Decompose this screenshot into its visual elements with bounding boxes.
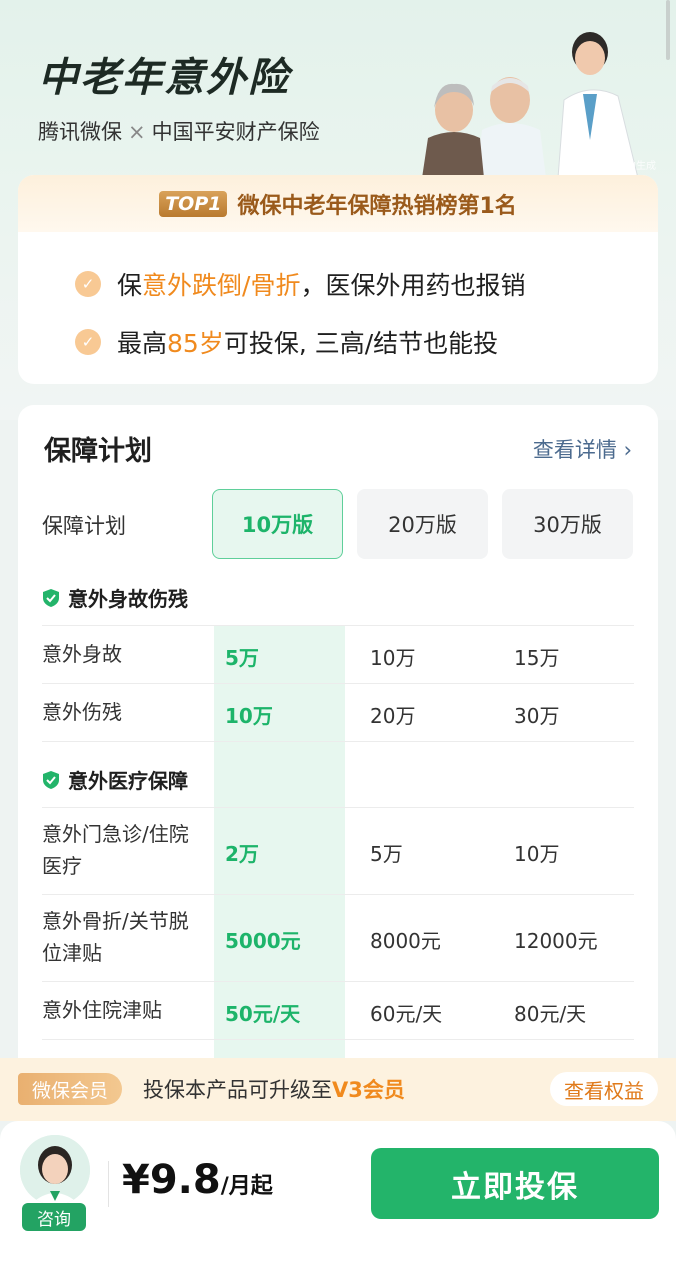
plan-option-10w[interactable]: 10万版 [212,489,343,559]
coverage-value-selected: 2万 [225,842,259,866]
coverage-name: 意外骨折/关节脱位津贴 [42,909,189,965]
coverage-name: 意外住院津贴 [42,998,162,1022]
partner-line: 腾讯微保 × 中国平安财产保险 [38,116,320,146]
plan-option-30w[interactable]: 30万版 [502,489,633,559]
divider [108,1161,109,1207]
coverage-value-selected: 50元/天 [225,1002,301,1026]
partner-tencent: 腾讯微保 [38,120,122,144]
feature-item: ✓ 最高85岁可投保, 三高/结节也能投 [75,324,658,360]
coverage-value-selected: 5000元 [225,929,301,953]
coverage-value: 8000元 [370,929,441,953]
section-title: 保障计划 [44,436,152,467]
table-row: 意外身故 5万 10万 15万 [42,625,634,683]
coverage-name: 意外身故 [42,642,122,666]
coverage-value: 12000元 [514,929,598,953]
table-row: 意外门急诊/住院医疗 2万 5万 10万 [42,807,634,894]
coverage-name: 意外门急诊/住院医疗 [42,822,189,878]
table-row: 意外住院津贴 50元/天 60元/天 80元/天 [42,981,634,1039]
coverage-section-header: 意外医疗保障 [42,765,188,794]
coverage-value: 10万 [514,842,560,866]
coverage-value: 5万 [370,842,403,866]
coverage-section-header: 意外身故伤残 [42,583,188,612]
promo-card: TOP1 微保中老年保障热销榜第1名 ✓ 保意外跌倒/骨折，医保外用药也报销 ✓… [18,175,658,384]
rank-text: 微保中老年保障热销榜第1名 [237,193,517,219]
table-row: 意外伤残 10万 20万 30万 [42,683,634,741]
shield-check-icon [43,770,59,789]
coverage-value-selected: 5万 [225,646,259,670]
coverage-value: 30万 [514,704,560,728]
table-row: 意外骨折/关节脱位津贴 5000元 8000元 12000元 [42,894,634,981]
rank-banner: TOP1 微保中老年保障热销榜第1名 [18,175,658,232]
buy-now-button[interactable]: 立即投保 [371,1148,659,1219]
plan-option-20w[interactable]: 20万版 [357,489,488,559]
product-title: 中老年意外险 [38,55,290,101]
check-icon: ✓ [75,271,101,297]
feature-text: 保意外跌倒/骨折，医保外用药也报销 [117,271,526,300]
view-benefits-button[interactable]: 查看权益 [550,1072,658,1106]
coverage-name: 意外伤残 [42,700,122,724]
coverage-value: 15万 [514,646,560,670]
consult-button[interactable]: 咨询 [22,1203,86,1231]
feature-text: 最高85岁可投保, 三高/结节也能投 [117,329,499,358]
coverage-value: 60元/天 [370,1002,443,1026]
feature-item: ✓ 保意外跌倒/骨折，医保外用药也报销 [75,266,658,302]
view-details-link[interactable]: 查看详情 › [533,434,632,464]
member-upgrade-text: 投保本产品可升级至V3会员 [143,1078,405,1102]
plan-selector-label: 保障计划 [42,514,126,538]
coverage-value: 80元/天 [514,1002,587,1026]
member-upgrade-bar: 微保会员 投保本产品可升级至V3会员 查看权益 [0,1058,676,1121]
scrollbar[interactable] [666,0,670,60]
coverage-plan-card: 保障计划 查看详情 › 保障计划 10万版 20万版 30万版 意外身故伤残 意… [18,405,658,1105]
section-divider [42,741,634,742]
ai-image-note: 本图片由AI生成 [586,161,656,172]
price: ¥9.8/月起 [122,1157,273,1203]
partner-pingan: 中国平安财产保险 [151,120,320,144]
coverage-value-selected: 10万 [225,704,273,728]
bottom-action-bar: 咨询 ¥9.8/月起 立即投保 [0,1121,676,1261]
chevron-right-icon: › [623,438,632,462]
elderly-couple-doctor-illustration [422,32,639,178]
shield-check-icon [43,588,59,607]
check-icon: ✓ [75,329,101,355]
member-badge: 微保会员 [18,1073,123,1105]
coverage-value: 20万 [370,704,416,728]
coverage-value: 10万 [370,646,416,670]
top1-badge: TOP1 [159,190,228,217]
consultant-avatar[interactable] [20,1135,90,1205]
partner-separator: × [128,120,146,144]
